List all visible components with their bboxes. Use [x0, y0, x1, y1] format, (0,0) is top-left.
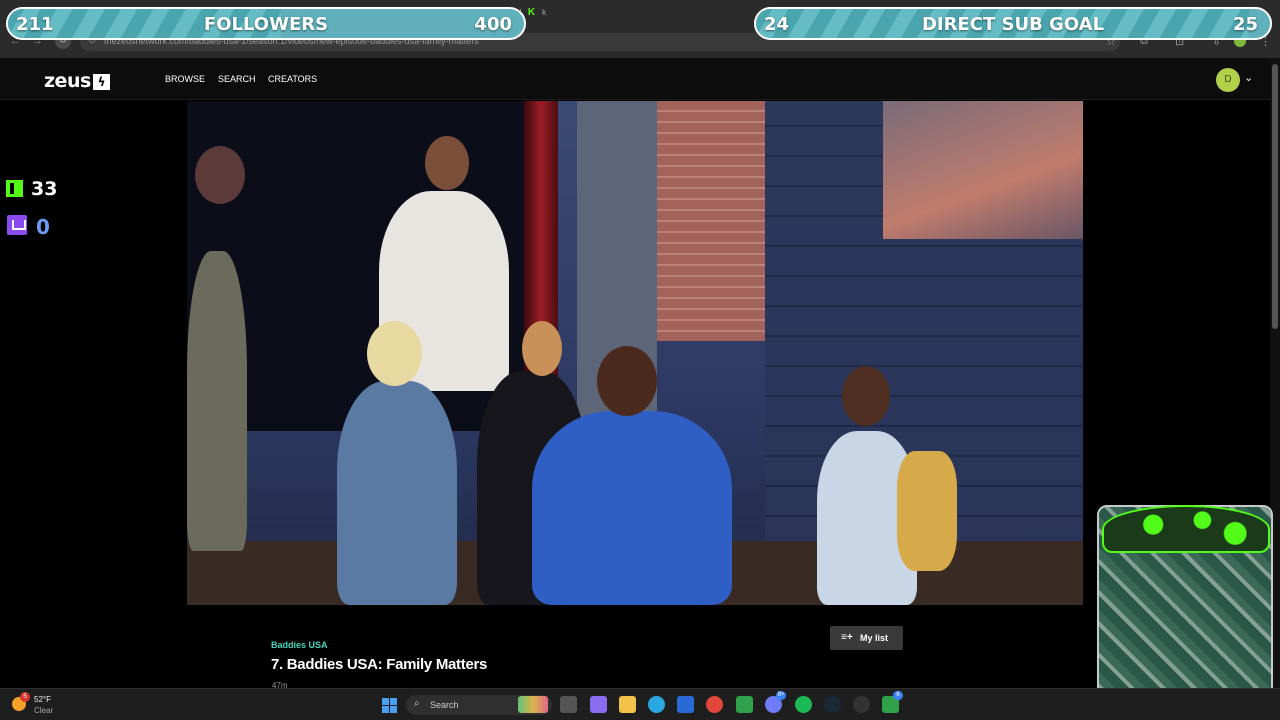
- followers-target: 400: [474, 14, 512, 35]
- sub-label: DIRECT SUB GOAL: [921, 14, 1105, 35]
- my-list-button[interactable]: ≡+ My list: [830, 626, 903, 650]
- person-head: [522, 321, 562, 376]
- scroll-thumb[interactable]: [1272, 64, 1278, 329]
- obs-icon[interactable]: [853, 696, 870, 713]
- chevron-down-icon[interactable]: ⌄: [1244, 71, 1253, 84]
- discord-badge: 9+: [776, 691, 786, 700]
- xbox-icon[interactable]: [736, 696, 753, 713]
- person-head: [367, 321, 422, 386]
- bolt-icon: ϟ: [92, 74, 110, 90]
- episode-title: 7. Baddies USA: Family Matters: [271, 656, 488, 673]
- person-head: [195, 146, 245, 204]
- nav-browse[interactable]: BROWSE: [165, 74, 205, 84]
- weather-condition: Clear: [34, 706, 54, 715]
- video-player[interactable]: [187, 101, 1083, 605]
- playlist-add-icon: ≡+: [841, 632, 853, 643]
- taskbar: 5 52°F Clear ⌕ Search 9+ 6: [0, 688, 1280, 720]
- kick-icon: [6, 180, 23, 197]
- person: [337, 381, 457, 605]
- jar-kick-icons: [1102, 505, 1270, 553]
- kick-viewer-count: 33: [31, 178, 58, 200]
- person: [532, 411, 732, 605]
- followers-goal-bar: 211 FOLLOWERS 400: [6, 7, 526, 40]
- kick-ticker-icon: K: [527, 7, 537, 18]
- sub-target: 25: [1232, 14, 1258, 35]
- nav-search[interactable]: SEARCH: [218, 74, 256, 84]
- nav-creators[interactable]: CREATORS: [268, 74, 317, 84]
- video-window: [883, 101, 1083, 239]
- kick-ticker-name: k: [542, 8, 548, 17]
- screen: { "browser": { "url": "thezeusnetwork.co…: [0, 0, 1280, 720]
- person-head: [842, 366, 890, 426]
- temperature: 52°F: [34, 695, 51, 704]
- zeus-logo[interactable]: zeus ϟ: [44, 70, 110, 92]
- person-head: [425, 136, 469, 190]
- task-view-icon[interactable]: [560, 696, 577, 713]
- search-icon: ⌕: [414, 698, 420, 709]
- followers-label: FOLLOWERS: [203, 14, 329, 35]
- my-list-label: My list: [860, 633, 889, 643]
- twitch-viewer-count: 0: [36, 215, 50, 239]
- person: [187, 251, 247, 551]
- search-placeholder: Search: [430, 700, 459, 710]
- site-header: zeus ϟ BROWSE SEARCH CREATORS D ⌄: [0, 58, 1270, 100]
- xbox-badge: 6: [893, 691, 903, 700]
- twitch-icon: [7, 215, 27, 235]
- edge-icon[interactable]: [648, 696, 665, 713]
- logo-text: zeus: [44, 70, 91, 92]
- video-brick-wall: [657, 101, 765, 341]
- sub-goal-bar: 24 DIRECT SUB GOAL 25: [754, 7, 1272, 40]
- handbag: [897, 451, 957, 571]
- steam-icon[interactable]: [824, 696, 841, 713]
- windows-start-icon[interactable]: [382, 698, 397, 713]
- copilot-icon[interactable]: [590, 696, 607, 713]
- weather-badge: 5: [20, 692, 30, 702]
- spotify-icon[interactable]: [795, 696, 812, 713]
- chrome-icon[interactable]: [706, 696, 723, 713]
- file-explorer-icon[interactable]: [619, 696, 636, 713]
- user-avatar[interactable]: D: [1216, 68, 1240, 92]
- store-icon[interactable]: [677, 696, 694, 713]
- show-name[interactable]: Baddies USA: [271, 640, 328, 650]
- search-highlight-icon: [518, 696, 548, 713]
- person-head: [597, 346, 657, 416]
